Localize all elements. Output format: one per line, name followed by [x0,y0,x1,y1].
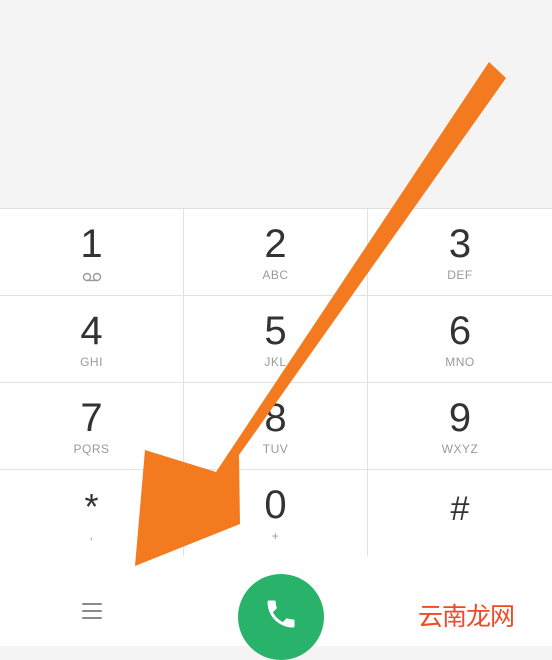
call-button[interactable] [238,574,324,660]
key-letters: JKL [264,355,287,369]
key-letters: TUV [262,442,289,456]
key-letters: + [271,529,280,543]
key-digit: 2 [264,222,287,266]
key-letters: GHI [80,355,103,369]
menu-icon[interactable] [80,601,106,623]
key-digit: 5 [264,309,287,353]
key-digit: 0 [264,483,287,527]
key-5[interactable]: 5 JKL [184,296,368,383]
key-7[interactable]: 7 PQRS [0,383,184,470]
key-8[interactable]: 8 TUV [184,383,368,470]
key-letters: MNO [445,355,475,369]
key-2[interactable]: 2 ABC [184,209,368,296]
bottom-bar: 云南龙网 [0,556,552,660]
dialpad: 1 2 ABC 3 DEF 4 GHI 5 JKL 6 MNO 7 PQRS 8… [0,208,552,557]
key-digit: 1 [80,222,103,266]
key-letters: ABC [262,268,289,282]
phone-icon [267,600,295,628]
key-digit: 8 [264,396,287,440]
key-letters: WXYZ [441,442,479,456]
key-3[interactable]: 3 DEF [368,209,552,296]
key-digit: 7 [80,396,103,440]
key-6[interactable]: 6 MNO [368,296,552,383]
watermark-text: 云南龙网 [418,602,515,631]
key-digit: 4 [80,309,103,353]
key-9[interactable]: 9 WXYZ [368,383,552,470]
key-digit: # [450,490,470,528]
key-0[interactable]: 0 + [184,470,368,557]
key-digit: 6 [448,309,472,353]
key-letters: DEF [447,268,473,282]
key-4[interactable]: 4 GHI [0,296,184,383]
number-display [0,0,552,208]
key-digit: * [84,486,99,527]
key-star[interactable]: * , [0,470,184,557]
key-digit: 3 [448,222,472,266]
key-letters: , [89,528,94,542]
key-letters: PQRS [73,442,110,456]
key-1[interactable]: 1 [0,209,184,296]
voicemail-icon [82,272,102,282]
key-digit: 9 [448,396,472,440]
key-hash[interactable]: # [368,470,552,557]
